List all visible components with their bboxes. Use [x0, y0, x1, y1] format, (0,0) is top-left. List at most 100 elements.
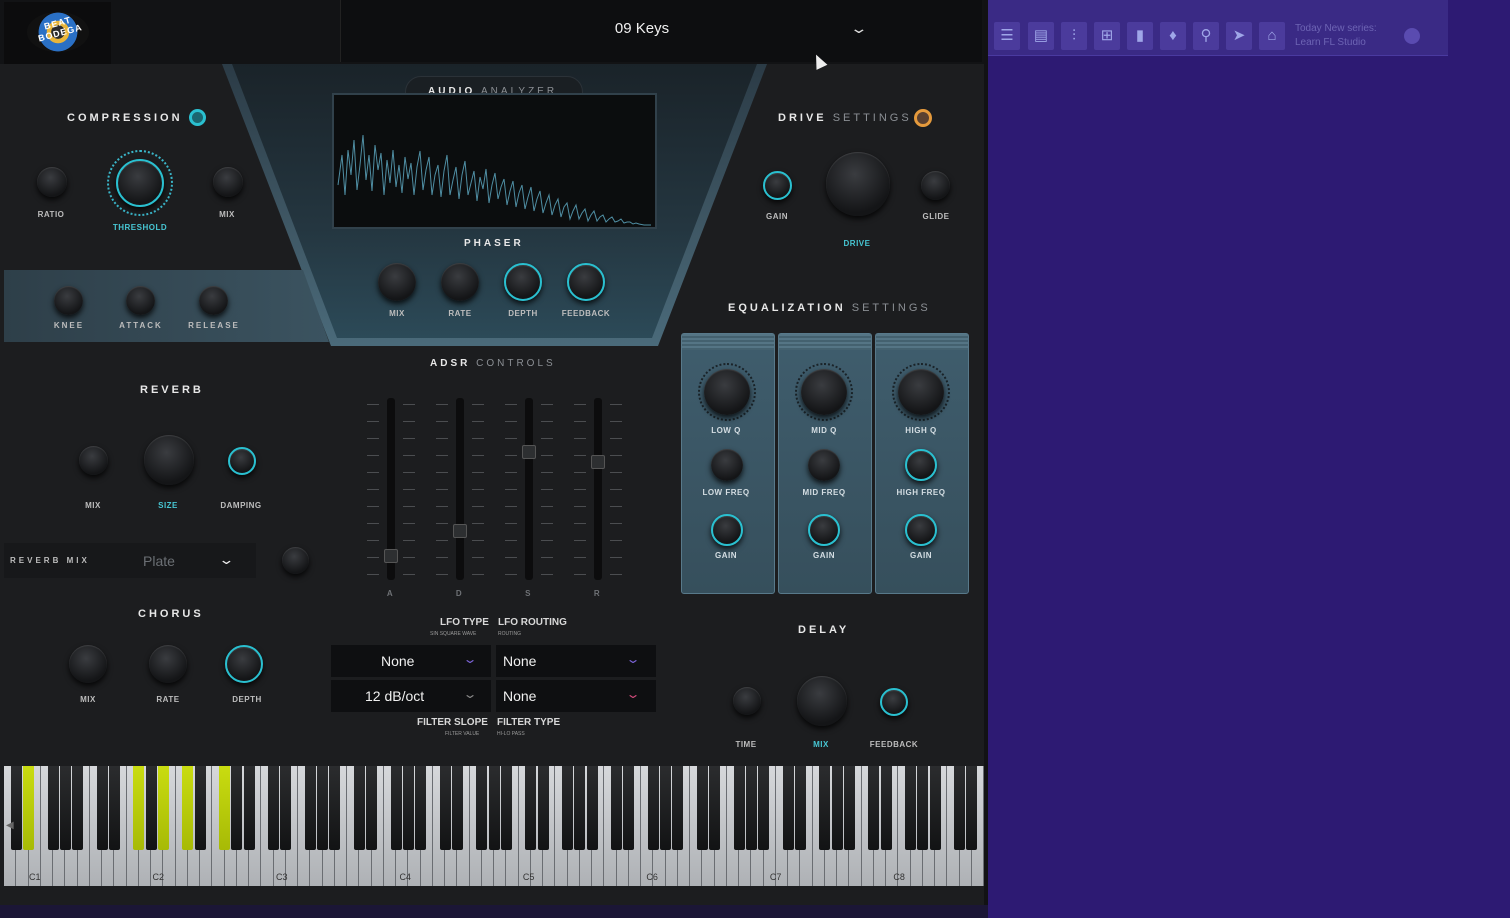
shop-icon[interactable]: ⌂	[1259, 22, 1285, 50]
adsr-fader-handle[interactable]	[591, 455, 605, 470]
black-key[interactable]	[611, 766, 622, 850]
black-key[interactable]	[219, 766, 230, 850]
adsr-fader-handle[interactable]	[453, 524, 467, 538]
release-knob[interactable]	[199, 286, 228, 315]
black-key[interactable]	[562, 766, 573, 850]
adsr-fader-d[interactable]	[456, 398, 464, 580]
black-key[interactable]	[831, 766, 843, 850]
delay-mix-knob[interactable]	[797, 676, 847, 726]
black-key[interactable]	[231, 766, 243, 850]
black-key[interactable]	[47, 766, 59, 850]
phaser-depth-knob[interactable]	[504, 263, 542, 301]
filter-slope-dropdown[interactable]: 12 dB/oct ⌄	[331, 680, 491, 712]
damping-knob[interactable]	[228, 447, 256, 475]
tempo-icon[interactable]: ⚲	[1193, 22, 1219, 50]
low-gain-knob[interactable]	[711, 514, 743, 546]
black-key[interactable]	[794, 766, 806, 850]
black-key[interactable]	[868, 766, 880, 850]
black-key[interactable]	[366, 766, 377, 850]
knee-knob[interactable]	[54, 286, 83, 315]
black-key[interactable]	[929, 766, 941, 850]
black-key[interactable]	[268, 766, 279, 850]
drive-gain-knob[interactable]	[763, 171, 792, 200]
black-key[interactable]	[966, 766, 978, 850]
lfo-type-dropdown[interactable]: None ⌄	[331, 645, 491, 677]
black-key[interactable]	[243, 766, 255, 850]
black-key[interactable]	[145, 766, 157, 850]
adsr-fader-handle[interactable]	[384, 549, 398, 564]
black-key[interactable]	[157, 766, 169, 850]
black-key[interactable]	[660, 766, 671, 850]
share-icon[interactable]: ➤	[1226, 22, 1252, 50]
black-key[interactable]	[696, 766, 708, 850]
reverb-extra-knob[interactable]	[282, 547, 309, 574]
phaser-rate-knob[interactable]	[441, 263, 479, 301]
black-key[interactable]	[390, 766, 402, 850]
black-key[interactable]	[905, 766, 916, 850]
black-key[interactable]	[819, 766, 831, 850]
black-key[interactable]	[954, 766, 965, 850]
black-key[interactable]	[280, 766, 292, 850]
black-key[interactable]	[317, 766, 328, 850]
black-key[interactable]	[476, 766, 488, 850]
black-key[interactable]	[353, 766, 365, 850]
phaser-feedback-knob[interactable]	[567, 263, 605, 301]
scroll-left-icon[interactable]: ◀	[6, 820, 14, 831]
channel-rack-icon[interactable]: ⊞	[1094, 22, 1120, 50]
threshold-knob[interactable]	[116, 159, 164, 207]
black-key[interactable]	[96, 766, 108, 850]
black-key[interactable]	[647, 766, 659, 850]
plugin-icon[interactable]: ♦	[1160, 22, 1186, 50]
black-key[interactable]	[525, 766, 537, 850]
black-key[interactable]	[537, 766, 549, 850]
low-freq-knob[interactable]	[711, 449, 743, 481]
mid-freq-knob[interactable]	[808, 449, 840, 481]
black-key[interactable]	[59, 766, 71, 850]
black-key[interactable]	[586, 766, 598, 850]
black-key[interactable]	[182, 766, 194, 850]
piano-keyboard[interactable]: C1 C2 C3 C4 C5 C6 C7 C8	[4, 766, 984, 886]
chorus-mix-knob[interactable]	[69, 645, 107, 683]
phaser-mix-knob[interactable]	[378, 263, 416, 301]
black-key[interactable]	[10, 766, 22, 850]
black-key[interactable]	[500, 766, 512, 850]
black-key[interactable]	[843, 766, 855, 850]
delay-feedback-knob[interactable]	[880, 688, 908, 716]
black-key[interactable]	[108, 766, 120, 850]
globe-icon[interactable]	[1404, 28, 1420, 44]
black-key[interactable]	[880, 766, 892, 850]
black-key[interactable]	[451, 766, 463, 850]
ratio-knob[interactable]	[37, 167, 67, 197]
black-key[interactable]	[745, 766, 757, 850]
filter-type-dropdown[interactable]: None ⌄	[496, 680, 656, 712]
black-key[interactable]	[574, 766, 586, 850]
playlist-icon[interactable]: ☰	[994, 22, 1020, 50]
black-key[interactable]	[329, 766, 341, 850]
compression-mix-knob[interactable]	[213, 167, 243, 197]
reverb-size-knob[interactable]	[144, 435, 194, 485]
high-gain-knob[interactable]	[905, 514, 937, 546]
adsr-fader-handle[interactable]	[522, 445, 536, 460]
black-key[interactable]	[133, 766, 145, 850]
glide-knob[interactable]	[921, 171, 950, 200]
piano-roll-icon[interactable]: ▤	[1028, 22, 1054, 50]
black-key[interactable]	[758, 766, 769, 850]
lfo-routing-dropdown[interactable]: None ⌄	[496, 645, 656, 677]
chorus-rate-knob[interactable]	[149, 645, 187, 683]
mid-gain-knob[interactable]	[808, 514, 840, 546]
compression-toggle[interactable]	[189, 109, 206, 126]
news-panel[interactable]: Today New series: Learn FL Studio	[1295, 22, 1377, 50]
reverb-type-dropdown[interactable]: Plate ⌄	[135, 548, 245, 574]
mid-q-knob[interactable]	[801, 369, 847, 415]
high-q-knob[interactable]	[898, 369, 944, 415]
black-key[interactable]	[402, 766, 414, 850]
mixer-icon[interactable]: ⫶	[1061, 22, 1087, 50]
adsr-fader-r[interactable]	[594, 398, 602, 580]
drive-toggle[interactable]	[914, 109, 932, 127]
black-key[interactable]	[623, 766, 635, 850]
drive-knob[interactable]	[826, 152, 890, 216]
black-key[interactable]	[917, 766, 929, 850]
black-key[interactable]	[488, 766, 500, 850]
black-key[interactable]	[194, 766, 206, 850]
low-q-knob[interactable]	[704, 369, 750, 415]
